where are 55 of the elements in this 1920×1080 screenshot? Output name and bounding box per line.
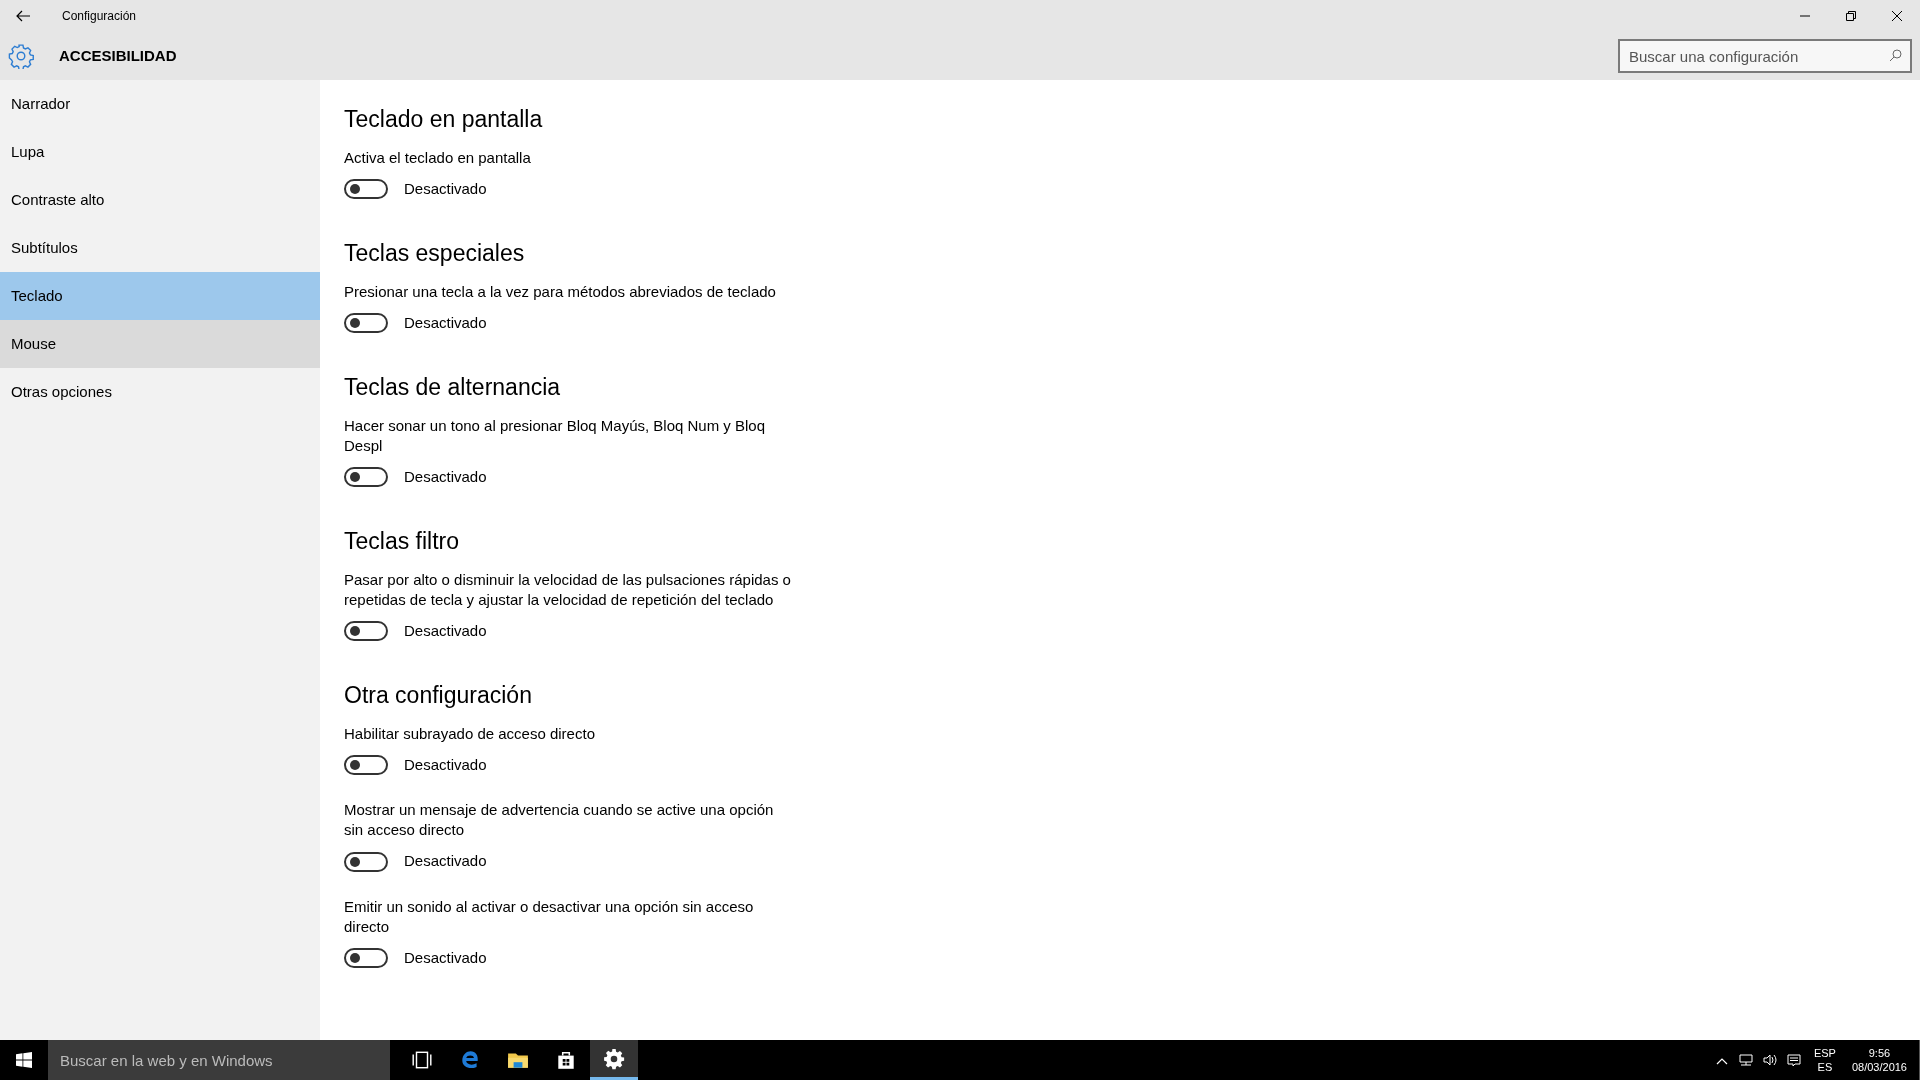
window-title: Configuración <box>62 8 137 25</box>
taskbar-search-field[interactable]: Buscar en la web y en Windows <box>48 1040 390 1080</box>
setting-description: Pasar por alto o disminuir la velocidad de las pulsaciones rápidas o repetidas de tecla y ajustar la velocidad de repetición del teclado <box>344 569 792 610</box>
setting-description: Mostrar un mensaje de advertencia cuando se active una opción sin acceso directo <box>344 800 775 841</box>
page-title: ACCESIBILIDAD <box>59 45 177 66</box>
sidebar-item[interactable]: Subtítulos <box>0 224 320 272</box>
gear-icon <box>603 1047 625 1070</box>
shopping-bag-icon <box>555 1049 577 1071</box>
toggle-switch[interactable] <box>344 755 388 776</box>
windows-logo-icon <box>16 1052 32 1068</box>
toggle-state-label: Desactivado <box>404 178 487 199</box>
gear-icon <box>8 43 34 69</box>
setting-description: Hacer sonar un tono al presionar Bloq Mayús, Bloq Num y Bloq Despl <box>344 415 767 456</box>
section-heading: Teclado en pantalla <box>344 106 544 134</box>
browser-icon <box>459 1049 481 1071</box>
close-icon <box>1892 11 1902 21</box>
restore-icon <box>1846 11 1856 21</box>
sidebar-item[interactable]: Mouse <box>0 320 320 368</box>
section-heading: Otra configuración <box>344 682 533 710</box>
section-heading: Teclas especiales <box>344 240 526 268</box>
setting-description: Presionar una tecla a la vez para métodos abreviados de teclado <box>344 281 777 302</box>
setting-description: Emitir un sonido al activar o desactivar una opción sin acceso directo <box>344 896 755 937</box>
toggle-state-label: Desactivado <box>404 620 487 641</box>
notification-icon[interactable] <box>1785 1052 1802 1068</box>
sidebar-item[interactable]: Lupa <box>0 128 320 176</box>
network-icon[interactable] <box>1737 1052 1754 1068</box>
section-heading: Teclas de alternancia <box>344 374 562 402</box>
section-heading: Teclas filtro <box>344 528 461 556</box>
setting-description: Activa el teclado en pantalla <box>344 147 532 168</box>
sidebar-item[interactable]: Teclado <box>0 272 320 320</box>
sidebar-item[interactable]: Otras opciones <box>0 368 320 416</box>
toggle-state-label: Desactivado <box>404 851 487 872</box>
search-field[interactable]: Buscar una configuración <box>1618 39 1912 73</box>
toggle-state-label: Desactivado <box>404 947 487 968</box>
taskbar-app-button[interactable] <box>590 1040 638 1080</box>
task-view-icon <box>411 1049 433 1071</box>
toggle-switch[interactable] <box>344 467 388 488</box>
clock-time: 9:56 <box>1867 1046 1892 1060</box>
toggle-switch[interactable] <box>344 851 388 872</box>
keyboard-layout: ES <box>1816 1060 1834 1074</box>
clock-date: 08/03/2016 <box>1851 1060 1907 1074</box>
toggle-state-label: Desactivado <box>404 754 487 775</box>
setting-description: Habilitar subrayado de acceso directo <box>344 723 596 744</box>
toggle-switch[interactable] <box>344 178 388 199</box>
sidebar-item[interactable]: Contraste alto <box>0 176 320 224</box>
toggle-switch[interactable] <box>344 621 388 642</box>
toggle-switch[interactable] <box>344 312 388 333</box>
toggle-state-label: Desactivado <box>404 466 487 487</box>
speaker-icon[interactable] <box>1761 1052 1778 1068</box>
toggle-switch[interactable] <box>344 948 388 969</box>
sidebar-item[interactable]: Narrador <box>0 80 320 128</box>
toggle-state-label: Desactivado <box>404 312 487 333</box>
language-code: ESP <box>1813 1046 1836 1060</box>
back-arrow-icon <box>16 10 30 22</box>
search-icon <box>1889 49 1902 62</box>
